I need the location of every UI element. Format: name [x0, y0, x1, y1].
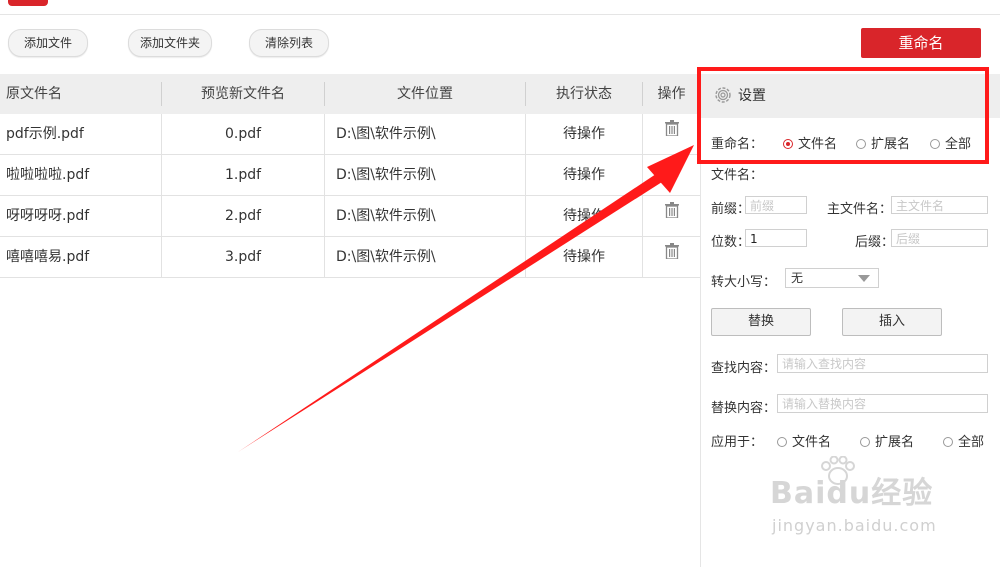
- watermark-text: Baidu经验: [770, 476, 934, 511]
- baidu-watermark: Baidu经验 jingyan.baidu.com: [770, 456, 990, 546]
- watermark-url: jingyan.baidu.com: [772, 516, 937, 535]
